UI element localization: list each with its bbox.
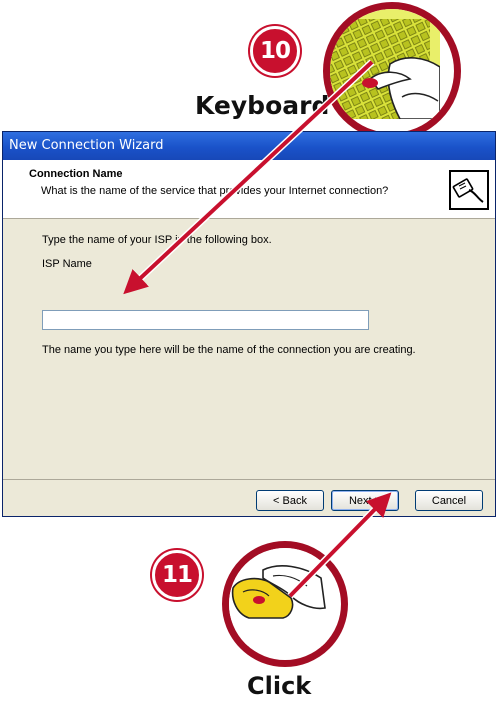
back-button[interactable]: < Back [256,490,324,511]
network-cable-icon [449,170,489,210]
step-10-number: 10 [259,38,291,64]
header-subtitle: What is the name of the service that pro… [41,185,389,197]
cancel-button[interactable]: Cancel [415,490,483,511]
window-title: New Connection Wizard [9,138,164,153]
mouse-hand-icon [222,541,348,667]
wizard-footer: < Back Next > Cancel [3,479,495,516]
isp-name-label: ISP Name [42,258,92,270]
wizard-content: Type the name of your ISP in the followi… [3,219,495,481]
instruction-text: Type the name of your ISP in the followi… [42,234,272,246]
keyboard-hand-icon [323,2,461,140]
header-title: Connection Name [29,168,123,180]
step-10-label: Keyboard [195,91,330,120]
next-button[interactable]: Next > [331,490,399,511]
wizard-header: Connection Name What is the name of the … [3,160,495,219]
note-text: The name you type here will be the name … [42,344,416,356]
window-titlebar[interactable]: New Connection Wizard [3,132,495,160]
step-11-label: Click [247,672,312,700]
step-11-badge: 11 [152,550,202,600]
wizard-window: New Connection Wizard Connection Name Wh… [2,131,496,517]
isp-name-input[interactable] [42,310,369,330]
step-11-number: 11 [161,562,193,588]
step-10-badge: 10 [250,26,300,76]
